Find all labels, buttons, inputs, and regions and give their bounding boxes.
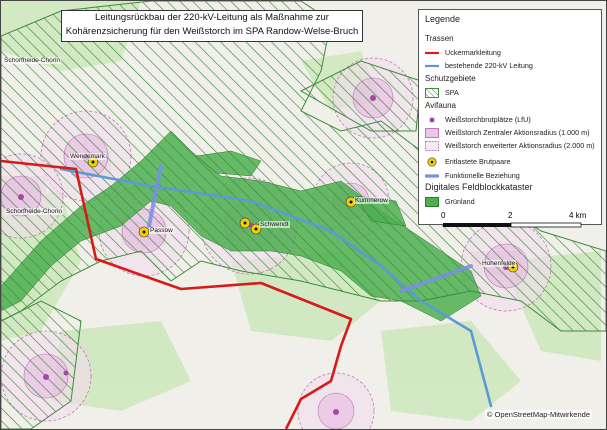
legend-label-bestehende: bestehende 220-kV Leitung <box>445 61 533 70</box>
legend-item-spa: SPA <box>425 87 459 98</box>
place-label-schwendt: Schwendt <box>259 221 290 228</box>
legend-label-spa: SPA <box>445 88 459 97</box>
legend-item-erweitert: Weißstorch erweiterter Aktionsradius (2.… <box>425 140 595 151</box>
map-title-line1: Leitungsrückbau der 220-kV-Leitung als M… <box>95 12 329 23</box>
map-frame: Wendemark Schorfheide-Chorin Schorfheide… <box>0 0 607 430</box>
red-line-swatch <box>425 51 439 54</box>
place-label-hohenfelde: Hohenfelde <box>481 260 517 267</box>
scale-label-2: 2 <box>508 211 513 220</box>
attribution: © OpenStreetMap-Mitwirkende <box>484 410 592 419</box>
legend-heading: Legende <box>425 14 461 24</box>
map-title-line2: Kohärenzsicherung für den Weißstorch im … <box>65 26 359 37</box>
scale-bar: 0 2 4 km <box>441 211 591 229</box>
legend-section-feldblock: Digitales Feldblockkataster <box>425 182 533 192</box>
arrow-swatch <box>425 173 439 178</box>
hatch-swatch <box>425 87 439 98</box>
legend-label-uckermark: Uckermarkleitung <box>445 48 501 57</box>
purple-dot-swatch <box>429 117 435 122</box>
legend-item-funktionell: Funktionelle Beziehung <box>425 170 520 181</box>
yellow-marker-swatch <box>427 157 437 166</box>
pink-fill-swatch <box>425 127 439 138</box>
legend-item-uckermark: Uckermarkleitung <box>425 47 501 58</box>
place-label-passow: Passow <box>149 227 174 234</box>
legend-label-erweitert: Weißstorch erweiterter Aktionsradius (2.… <box>445 141 595 150</box>
legend-label-entlastete: Entlastete Brutpaare <box>445 157 511 166</box>
legend-item-entlastete: Entlastete Brutpaare <box>425 156 511 167</box>
legend-item-bestehende: bestehende 220-kV Leitung <box>425 60 533 71</box>
legend-label-funktionell: Funktionelle Beziehung <box>445 171 520 180</box>
legend-label-brutplaetze: Weißstorchbrutplätze (LfU) <box>445 115 531 124</box>
place-label-kummerow: Kummerow <box>354 197 389 204</box>
place-label-wendemark: Wendemark <box>69 153 106 160</box>
legend-panel: Legende Trassen Uckermarkleitung bestehe… <box>418 9 602 225</box>
place-label-schorfheide-north: Schorfheide-Chorin <box>3 57 62 64</box>
legend-item-zentral: Weißstorch Zentraler Aktionsradius (1.00… <box>425 127 589 138</box>
map-title: Leitungsrückbau der 220-kV-Leitung als M… <box>61 10 363 42</box>
legend-section-schutzgebiete: Schutzgebiete <box>425 74 476 83</box>
blue-line-swatch <box>425 64 439 67</box>
legend-item-brutplaetze: Weißstorchbrutplätze (LfU) <box>425 114 531 125</box>
legend-section-avifauna: Avifauna <box>425 101 456 110</box>
legend-label-zentral: Weißstorch Zentraler Aktionsradius (1.00… <box>445 128 590 137</box>
place-label-schorfheide-west: Schorfheide-Chorin <box>5 208 64 215</box>
legend-label-gruenland: Grünland <box>445 197 475 206</box>
legend-item-gruenland: Grünland <box>425 196 475 207</box>
scale-label-4: 4 km <box>569 211 587 220</box>
scale-label-0: 0 <box>441 211 446 220</box>
legend-section-trassen: Trassen <box>425 34 454 43</box>
green-fill-swatch <box>425 196 439 207</box>
dashed-outline-swatch <box>425 140 439 151</box>
